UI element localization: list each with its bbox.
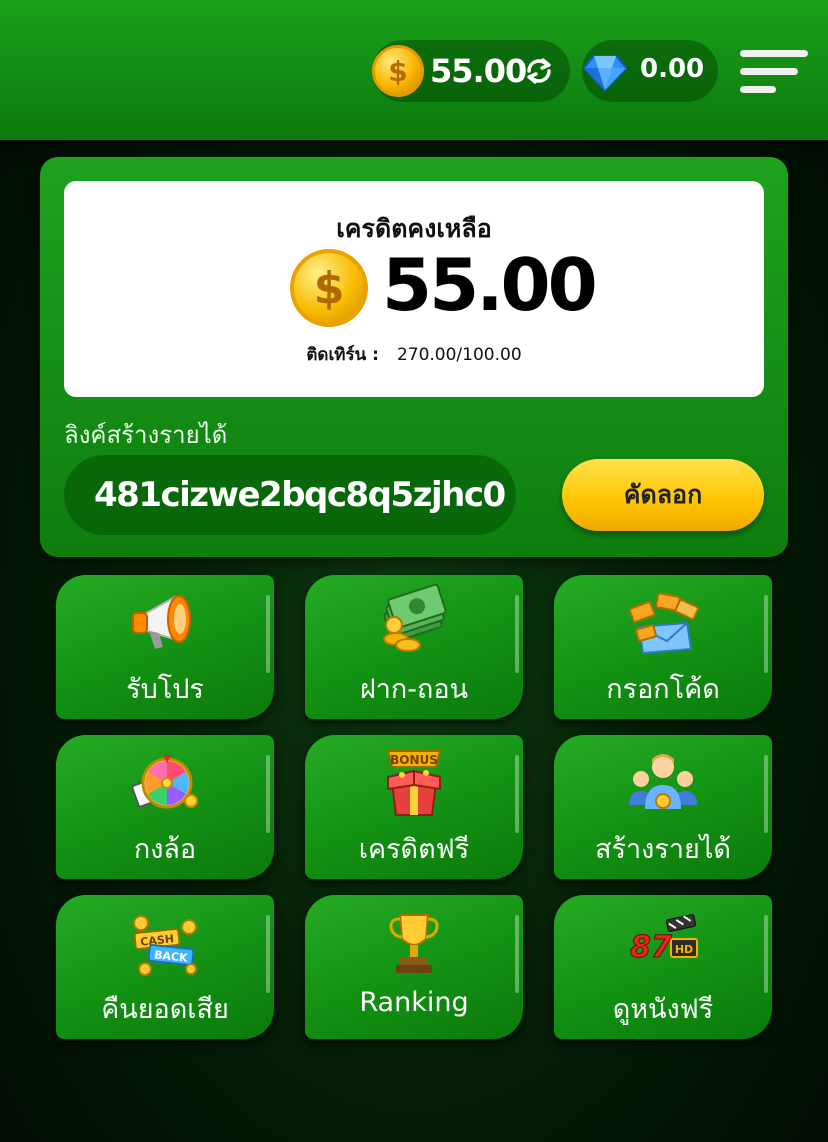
movie-87hd-icon: 87 HD — [630, 914, 698, 966]
tile-label: กงล้อ — [133, 834, 197, 865]
referral-link-label: ลิงค์สร้างรายได้ — [64, 421, 228, 449]
tile-ranking[interactable]: Ranking — [305, 895, 523, 1039]
tile-label: ฝาก-ถอน — [359, 674, 469, 705]
coin-icon: $ — [372, 45, 424, 97]
coin-balance-value: 55.00 — [430, 52, 527, 90]
tile-cashback[interactable]: CASH BACK คืนยอดเสีย — [56, 895, 274, 1039]
refresh-icon[interactable] — [522, 54, 556, 88]
svg-text:HD: HD — [675, 943, 693, 956]
prize-wheel-icon — [131, 755, 198, 809]
tile-label: กรอกโค้ด — [606, 674, 720, 705]
tile-enter-code[interactable]: กรอกโค้ด — [554, 575, 772, 719]
cashback-icon: CASH BACK — [133, 915, 197, 976]
diamond-icon — [582, 55, 628, 92]
credit-balance-box: เครดิตคงเหลือ $ 55.00 ติดเทิร์น :270.00/… — [64, 181, 764, 397]
tile-label: ดูหนังฟรี — [612, 994, 714, 1025]
tile-promotion[interactable]: รับโปร — [56, 575, 274, 719]
turnover-value: 270.00/100.00 — [396, 345, 522, 365]
bonus-gift-icon: BONUS — [386, 750, 442, 816]
tile-free-movies[interactable]: 87 HD ดูหนังฟรี — [554, 895, 772, 1039]
credit-balance-value: 55.00 — [382, 243, 598, 327]
svg-text:BONUS: BONUS — [390, 753, 438, 767]
gold-coin-icon: $ — [290, 249, 368, 327]
coupon-envelope-icon — [628, 592, 699, 655]
turnover-row: ติดเทิร์น : 270.00/100.00 — [64, 341, 764, 368]
tile-deposit-withdraw[interactable]: ฝาก-ถอน — [305, 575, 523, 719]
money-stack-icon — [383, 583, 447, 652]
top-bar: $ 55.00 0.00 — [0, 0, 828, 140]
credit-card-panel: เครดิตคงเหลือ $ 55.00 ติดเทิร์น :270.00/… — [40, 157, 788, 557]
referral-link-value: 481cizwe2bqc8q5zjhc0 — [94, 475, 506, 515]
tile-label: สร้างรายได้ — [595, 834, 731, 865]
tile-wheel[interactable]: กงล้อ — [56, 735, 274, 879]
copy-button[interactable]: คัดลอก — [562, 459, 764, 531]
tile-label: เครดิตฟรี — [358, 834, 470, 865]
hamburger-menu-icon[interactable] — [740, 46, 808, 96]
tile-label: รับโปร — [126, 674, 204, 705]
coin-balance-pill: $ 55.00 — [372, 40, 570, 102]
turnover-label: ติดเทิร์น : — [306, 345, 379, 365]
tile-label: คืนยอดเสีย — [101, 994, 229, 1025]
gem-balance-pill: 0.00 — [582, 40, 718, 102]
trophy-icon — [389, 914, 439, 973]
referral-link-field[interactable]: 481cizwe2bqc8q5zjhc0 — [64, 455, 516, 535]
gem-balance-value: 0.00 — [640, 54, 705, 84]
megaphone-icon — [132, 595, 191, 649]
tile-earn-income[interactable]: สร้างรายได้ — [554, 735, 772, 879]
svg-text:87: 87 — [630, 930, 672, 965]
team-people-icon — [629, 754, 697, 809]
tile-free-credit[interactable]: BONUS เครดิตฟรี — [305, 735, 523, 879]
tile-label: Ranking — [359, 987, 469, 1018]
